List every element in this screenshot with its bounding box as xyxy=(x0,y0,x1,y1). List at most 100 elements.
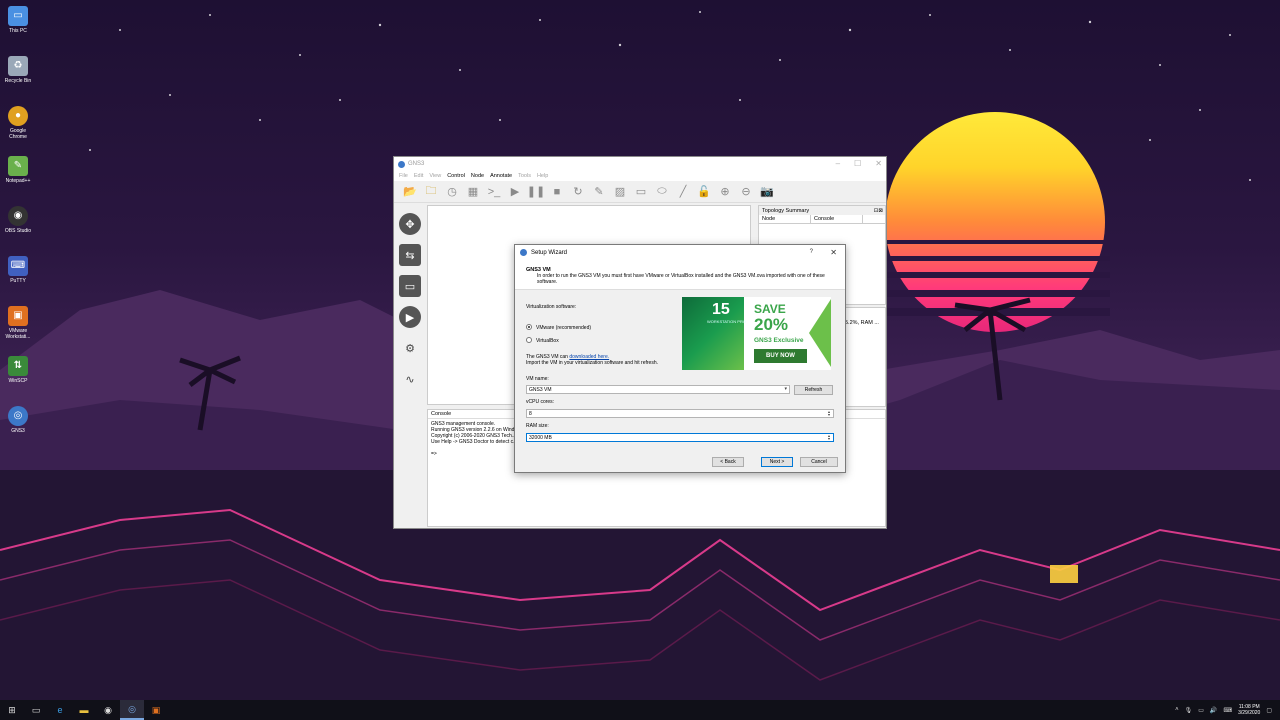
desktop-icon-label: This PC xyxy=(9,28,27,34)
edge-icon[interactable]: e xyxy=(48,700,72,720)
radio-vmware[interactable] xyxy=(526,324,532,330)
desktop-icon-this-pc[interactable]: ▭ This PC xyxy=(2,6,34,34)
switches-icon[interactable]: ⇆ xyxy=(399,244,421,266)
desktop-icon-vmware[interactable]: ▣ VMware Workstati... xyxy=(2,306,34,340)
keyboard-icon[interactable]: ⌨ xyxy=(1223,707,1232,714)
desktop-icon-label: Google Chrome xyxy=(9,128,27,140)
desktop-icon-recycle-bin[interactable]: ♻ Recycle Bin xyxy=(2,56,34,84)
notifications-icon[interactable]: ▢ xyxy=(1266,707,1272,714)
vmware-promo-banner[interactable]: 15 WORKSTATION PRO SAVE 20% GNS3 Exclusi… xyxy=(682,297,831,370)
buy-now-button[interactable]: BUY NOW xyxy=(754,349,807,363)
gns3-icon: ◎ xyxy=(8,406,28,426)
desktop-icon-winscp[interactable]: ⇅ WinSCP xyxy=(2,356,34,384)
screenshot-icon[interactable]: 📷 xyxy=(759,184,775,200)
all-devices-icon[interactable]: ⚙ xyxy=(399,337,421,359)
next-button[interactable]: Next > xyxy=(761,457,793,467)
show-interface-labels-icon[interactable]: ▦ xyxy=(465,184,481,200)
spinner-arrows-icon[interactable]: ▴ ▾ xyxy=(826,434,832,441)
gns3-taskbar-icon[interactable]: ◎ xyxy=(120,700,144,720)
radio-virtualbox[interactable] xyxy=(526,337,532,343)
open-folder-icon[interactable]: 🗀 xyxy=(423,184,439,200)
draw-rectangle-icon[interactable]: ▭ xyxy=(633,184,649,200)
help-button[interactable]: ? xyxy=(810,249,813,255)
ram-value: 32000 MB xyxy=(529,434,552,441)
menu-control[interactable]: Control xyxy=(447,173,465,179)
back-button[interactable]: < Back xyxy=(712,457,744,467)
wizard-titlebar: Setup Wizard xyxy=(515,245,845,260)
desktop-icon-notepad[interactable]: ✎ Notepad++ xyxy=(2,156,34,184)
promo-percent: 20% xyxy=(754,315,789,334)
add-note-icon[interactable]: ✎ xyxy=(591,184,607,200)
start-all-icon[interactable]: ▶ xyxy=(507,184,523,200)
vcpu-spinbox[interactable]: 8 ▴ ▾ xyxy=(526,409,834,418)
volume-icon[interactable]: 🔊 xyxy=(1210,707,1217,714)
chevron-up-icon[interactable]: ˄ xyxy=(1175,707,1179,713)
gns3-logo-icon xyxy=(398,160,405,168)
refresh-button[interactable]: Refresh xyxy=(794,385,833,395)
column-node[interactable]: Node xyxy=(759,215,811,223)
lock-icon[interactable]: 🔓 xyxy=(696,184,712,200)
zoom-in-icon[interactable]: ⊕ xyxy=(717,184,733,200)
obs-taskbar-icon[interactable]: ◉ xyxy=(96,700,120,720)
desktop-icon-obs[interactable]: ◉ OBS Studio xyxy=(2,206,34,234)
gns3-logo-icon xyxy=(520,249,527,256)
zoom-out-icon[interactable]: ⊖ xyxy=(738,184,754,200)
console-all-icon[interactable]: >_ xyxy=(486,184,502,200)
menu-edit[interactable]: Edit xyxy=(414,173,423,179)
file-explorer-icon[interactable]: ▬ xyxy=(72,700,96,720)
desktop-icon-putty[interactable]: ⌨ PuTTY xyxy=(2,256,34,284)
panel-close-icon[interactable]: ⊡⊠ xyxy=(874,208,883,214)
maximize-icon[interactable]: ☐ xyxy=(854,159,861,168)
snapshot-clock-icon[interactable]: ◷ xyxy=(444,184,460,200)
winscp-icon: ⇅ xyxy=(8,356,28,376)
stop-all-icon[interactable]: ■ xyxy=(549,184,565,200)
suspend-all-icon[interactable]: ❚❚ xyxy=(527,184,545,200)
device-dock: ✥ ⇆ ▭ ▶ ⚙ ∿ xyxy=(395,205,425,405)
desktop-icon-label: OBS Studio xyxy=(4,228,32,234)
insert-picture-icon[interactable]: ▨ xyxy=(612,184,628,200)
cancel-button[interactable]: Cancel xyxy=(800,457,838,467)
recycle-bin-icon: ♻ xyxy=(8,56,28,76)
add-link-icon[interactable]: ∿ xyxy=(399,368,421,390)
ram-spinbox[interactable]: 32000 MB ▴ ▾ xyxy=(526,433,834,442)
ram-label: RAM size: xyxy=(526,423,549,429)
draw-ellipse-icon[interactable]: ⬭ xyxy=(654,184,670,200)
microphone-icon[interactable]: 🎙 xyxy=(1185,707,1193,714)
main-toolbar: 📂 🗀 ◷ ▦ >_ ▶ ❚❚ ■ ↻ ✎ ▨ ▭ ⬭ ╱ 🔓 ⊕ ⊖ 📷 xyxy=(394,181,886,203)
window-title: GNS3 xyxy=(408,161,425,167)
menu-annotate[interactable]: Annotate xyxy=(490,173,512,179)
menu-node[interactable]: Node xyxy=(471,173,484,179)
menu-view[interactable]: View xyxy=(429,173,441,179)
minimize-icon[interactable]: – xyxy=(836,159,840,168)
radio-virtualbox-label[interactable]: VirtualBox xyxy=(536,338,559,344)
vmware-taskbar-icon[interactable]: ▣ xyxy=(144,700,168,720)
gns3-titlebar: GNS3 – ☐ ✕ xyxy=(394,157,886,171)
vcpu-value: 8 xyxy=(529,410,532,417)
putty-icon: ⌨ xyxy=(8,256,28,276)
chrome-icon: ● xyxy=(8,106,28,126)
task-view-icon[interactable]: ▭ xyxy=(24,700,48,720)
menu-file[interactable]: File xyxy=(399,173,408,179)
routers-icon[interactable]: ✥ xyxy=(399,213,421,235)
menu-help[interactable]: Help xyxy=(537,173,548,179)
desktop-icon-gns3[interactable]: ◎ GNS3 xyxy=(2,406,34,434)
security-devices-icon[interactable]: ▶ xyxy=(399,306,421,328)
promo-version: 15 xyxy=(712,301,730,318)
vm-name-select[interactable]: GNS3 VM ▾ xyxy=(526,385,790,394)
clock[interactable]: 11:08 PM 3/29/2020 xyxy=(1238,704,1260,716)
menu-tools[interactable]: Tools xyxy=(518,173,531,179)
radio-vmware-label[interactable]: VMware (recommended) xyxy=(536,325,591,331)
reload-all-icon[interactable]: ↻ xyxy=(570,184,586,200)
draw-line-icon[interactable]: ╱ xyxy=(675,184,691,200)
close-icon[interactable]: ✕ xyxy=(830,248,837,257)
start-windows-icon[interactable]: ⊞ xyxy=(0,700,24,720)
end-devices-icon[interactable]: ▭ xyxy=(399,275,421,297)
network-icon[interactable]: ▭ xyxy=(1198,707,1204,714)
sun-stripe xyxy=(880,240,1110,244)
column-console[interactable]: Console xyxy=(811,215,863,223)
desktop-icon-chrome[interactable]: ● Google Chrome xyxy=(2,106,34,140)
open-project-icon[interactable]: 📂 xyxy=(402,184,418,200)
close-icon[interactable]: ✕ xyxy=(875,159,882,168)
spinner-arrows-icon[interactable]: ▴ ▾ xyxy=(826,410,832,417)
system-tray: ˄ 🎙 ▭ 🔊 ⌨ 11:08 PM 3/29/2020 ▢ xyxy=(1175,700,1272,720)
